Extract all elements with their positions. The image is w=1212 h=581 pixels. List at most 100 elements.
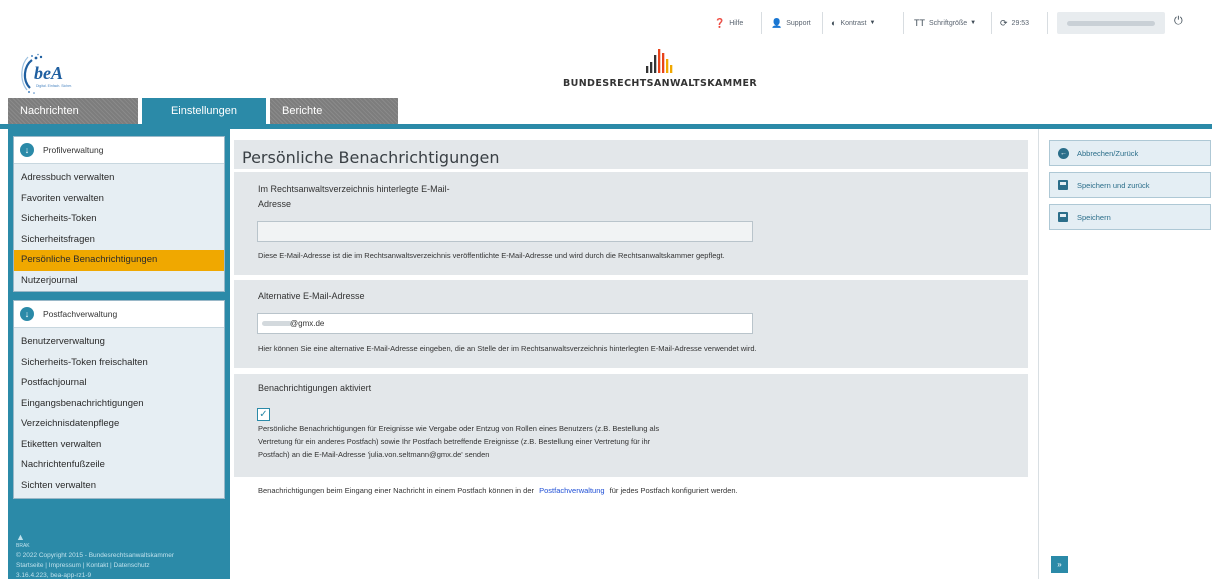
action-column: ← Abbrechen/Zurück Speichern und zurück … (1038, 129, 1212, 579)
sidebar-panel-postfach: ↓ Postfachverwaltung Benutzerverwaltung … (13, 300, 225, 499)
sidebar-footer: ▲ BRAK © 2022 Copyright 2015 - Bundesrec… (16, 533, 174, 581)
notifications-label: Benachrichtigungen aktiviert (258, 383, 372, 393)
alt-email-value: @gmx.de (290, 319, 325, 328)
sidebar-section-title: Postfachverwaltung (43, 309, 118, 319)
sidebar-section-header[interactable]: ↓ Postfachverwaltung (14, 301, 224, 328)
bea-logo[interactable]: beA Digital. Einfach. Sicher. (18, 52, 98, 96)
postfach-note: Benachrichtigungen beim Eingang einer Na… (258, 486, 738, 495)
version-text: 3.16.4.223, bea-app-rz1-9 (16, 572, 92, 579)
page-title: Persönliche Benachrichtigungen (242, 148, 500, 167)
divider (761, 12, 762, 34)
note-text-after: für jedes Postfach konfiguriert werden. (609, 486, 738, 495)
help-link[interactable]: ❓ Hilfe (714, 10, 743, 36)
brak-bars-icon (646, 49, 673, 73)
save-button[interactable]: Speichern (1049, 204, 1211, 230)
sidebar-item-sicherheitsfragen[interactable]: Sicherheitsfragen (14, 230, 224, 251)
expand-panel-button[interactable]: » (1051, 556, 1068, 573)
contrast-icon: ◐ (831, 18, 837, 28)
tab-einstellungen[interactable]: Einstellungen (142, 98, 266, 124)
brak-title: BUNDESRECHTSANWALTSKAMMER (562, 78, 758, 89)
main-nav: Nachrichten Einstellungen Berichte (8, 98, 398, 124)
notifications-text-line2: Vertretung für ein anderes Postfach) sow… (258, 437, 651, 447)
top-bar: ❓ Hilfe 👤 Support ◐ Kontrast ▼ TT Schrif… (0, 0, 1212, 44)
tab-berichte[interactable]: Berichte (270, 98, 398, 124)
session-timer[interactable]: ⟳ 29:53 (1000, 10, 1029, 36)
sidebar-item-nutzerjournal[interactable]: Nutzerjournal (14, 271, 224, 292)
section-rav-email: Im Rechtsanwaltsverzeichnis hinterlegte … (234, 172, 1028, 275)
sidebar-item-persoenliche-benachrichtigungen[interactable]: Persönliche Benachrichtigungen (14, 250, 224, 271)
refresh-icon: ⟳ (1000, 17, 1008, 28)
save-and-back-button[interactable]: Speichern und zurück (1049, 172, 1211, 198)
arrow-down-circle-icon: ↓ (20, 143, 34, 157)
bea-logo-text: beA (34, 63, 63, 83)
divider (903, 12, 904, 34)
font-size-label: Schriftgröße (929, 19, 968, 27)
rav-email-label-line1: Im Rechtsanwaltsverzeichnis hinterlegte … (258, 184, 450, 194)
save-label: Speichern (1077, 212, 1111, 222)
save-and-back-label: Speichern und zurück (1077, 180, 1150, 190)
sidebar-item-token-freischalten[interactable]: Sicherheits-Token freischalten (14, 353, 224, 374)
user-name-redacted (1067, 21, 1155, 26)
alt-email-field[interactable]: @gmx.de (257, 313, 753, 334)
notifications-text-line1: Persönliche Benachrichtigungen für Ereig… (258, 424, 660, 433)
timer-label: 29:53 (1011, 19, 1030, 27)
caret-down-icon: ▼ (869, 20, 876, 26)
notifications-checkbox[interactable]: ✓ (257, 408, 270, 421)
sidebar-item-postfachjournal[interactable]: Postfachjournal (14, 373, 224, 394)
sidebar-item-adressbuch[interactable]: Adressbuch verwalten (14, 168, 224, 189)
section-alt-email: Alternative E-Mail-Adresse @gmx.de Hier … (234, 280, 1028, 368)
cancel-back-button[interactable]: ← Abbrechen/Zurück (1049, 140, 1211, 166)
brak-small-icon: ▲ (16, 532, 25, 542)
divider (991, 12, 992, 34)
page-title-box: Persönliche Benachrichtigungen (234, 140, 1028, 169)
sidebar: ↓ Profilverwaltung Adressbuch verwalten … (8, 129, 230, 579)
sidebar-panel-profil: ↓ Profilverwaltung Adressbuch verwalten … (13, 136, 225, 292)
user-name-box[interactable] (1057, 12, 1165, 34)
sidebar-item-sicherheits-token[interactable]: Sicherheits-Token (14, 209, 224, 230)
rav-email-help: Diese E-Mail-Adresse ist die im Rechtsan… (258, 251, 725, 260)
help-label: Hilfe (729, 19, 744, 27)
bea-logo-subtitle: Digital. Einfach. Sicher. (36, 84, 72, 88)
footer-links[interactable]: Startseite | Impressum | Kontakt | Daten… (16, 561, 174, 571)
sidebar-item-benutzerverwaltung[interactable]: Benutzerverwaltung (14, 332, 224, 353)
notifications-text-line3: Postfach) an die E-Mail-Adresse 'julia.v… (258, 450, 490, 460)
user-icon: 👤 (771, 17, 783, 28)
font-size-dropdown[interactable]: TT Schriftgröße ▼ (914, 10, 976, 36)
check-icon: ✓ (259, 409, 268, 420)
sidebar-item-verzeichnisdatenpflege[interactable]: Verzeichnisdatenpflege (14, 414, 224, 435)
support-label: Support (786, 19, 811, 27)
sidebar-section-header[interactable]: ↓ Profilverwaltung (14, 137, 224, 164)
sidebar-item-favoriten[interactable]: Favoriten verwalten (14, 189, 224, 210)
logout-icon[interactable]: ⏻ (1174, 15, 1183, 28)
sidebar-item-nachrichtenfusszeile[interactable]: Nachrichtenfußzeile (14, 455, 224, 476)
question-icon: ❓ (714, 17, 726, 28)
arrow-down-circle-icon: ↓ (20, 307, 34, 321)
contrast-dropdown[interactable]: ◐ Kontrast ▼ (831, 10, 875, 36)
rav-email-label: Im Rechtsanwaltsverzeichnis hinterlegte … (258, 182, 450, 212)
postfachverwaltung-link[interactable]: Postfachverwaltung (539, 486, 604, 495)
support-link[interactable]: 👤 Support (771, 10, 811, 36)
section-notifications: Benachrichtigungen aktiviert ✓ Persönlic… (234, 374, 1028, 477)
alt-email-label: Alternative E-Mail-Adresse (258, 291, 365, 301)
floppy-disk-icon (1058, 180, 1068, 190)
sidebar-item-sichten[interactable]: Sichten verwalten (14, 476, 224, 497)
tab-nachrichten[interactable]: Nachrichten (8, 98, 138, 124)
text-size-icon: TT (914, 18, 925, 28)
alt-email-redacted (262, 321, 292, 326)
notifications-description: Persönliche Benachrichtigungen für Ereig… (258, 422, 778, 462)
divider (1047, 12, 1048, 34)
sidebar-section-title: Profilverwaltung (43, 145, 104, 155)
sidebar-item-etiketten[interactable]: Etiketten verwalten (14, 435, 224, 456)
floppy-disk-icon (1058, 212, 1068, 222)
rav-email-field (257, 221, 753, 242)
brak-logo: BUNDESRECHTSANWALTSKAMMER (560, 44, 760, 94)
alt-email-help: Hier können Sie eine alternative E-Mail-… (258, 344, 757, 353)
brak-small-label: BRAK (16, 543, 30, 549)
divider (822, 12, 823, 34)
arrow-left-circle-icon: ← (1058, 147, 1069, 159)
note-text-before: Benachrichtigungen beim Eingang einer Na… (258, 486, 535, 495)
contrast-label: Kontrast (840, 19, 867, 27)
copyright-text: © 2022 Copyright 2015 - Bundesrechtsanwa… (16, 552, 174, 559)
rav-email-label-line2: Adresse (258, 199, 292, 209)
sidebar-item-eingangsbenachrichtigungen[interactable]: Eingangsbenachrichtigungen (14, 394, 224, 415)
